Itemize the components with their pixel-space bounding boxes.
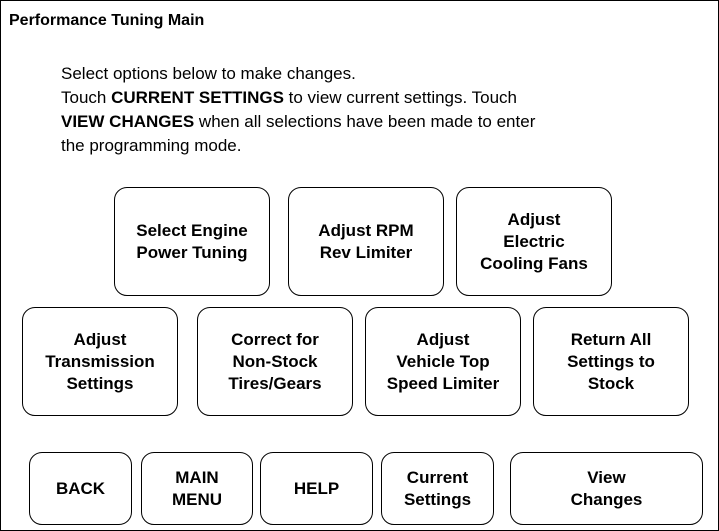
instructions-text: Select options below to make changes. To… bbox=[61, 62, 681, 158]
main-menu-button[interactable]: MAIN MENU bbox=[141, 452, 253, 525]
adjust-transmission-settings-button[interactable]: Adjust Transmission Settings bbox=[22, 307, 178, 416]
return-settings-to-stock-button[interactable]: Return All Settings to Stock bbox=[533, 307, 689, 416]
current-settings-button[interactable]: Current Settings bbox=[381, 452, 494, 525]
instructions-line-1: Select options below to make changes. bbox=[61, 64, 356, 83]
instructions-line-3: VIEW CHANGES when all selections have be… bbox=[61, 112, 536, 131]
adjust-rpm-rev-limiter-button[interactable]: Adjust RPM Rev Limiter bbox=[288, 187, 444, 296]
current-settings-emphasis: CURRENT SETTINGS bbox=[111, 88, 284, 107]
select-engine-power-tuning-button[interactable]: Select Engine Power Tuning bbox=[114, 187, 270, 296]
instructions-line-2: Touch CURRENT SETTINGS to view current s… bbox=[61, 88, 518, 107]
back-button[interactable]: BACK bbox=[29, 452, 132, 525]
adjust-electric-cooling-fans-button[interactable]: Adjust Electric Cooling Fans bbox=[456, 187, 612, 296]
view-changes-emphasis: VIEW CHANGES bbox=[61, 112, 195, 131]
screen-frame: Performance Tuning Main Select options b… bbox=[0, 0, 719, 531]
help-button[interactable]: HELP bbox=[260, 452, 373, 525]
instructions-line-4: the programming mode. bbox=[61, 136, 242, 155]
adjust-vehicle-top-speed-limiter-button[interactable]: Adjust Vehicle Top Speed Limiter bbox=[365, 307, 521, 416]
view-changes-button[interactable]: View Changes bbox=[510, 452, 703, 525]
correct-non-stock-tires-gears-button[interactable]: Correct for Non-Stock Tires/Gears bbox=[197, 307, 353, 416]
page-title: Performance Tuning Main bbox=[9, 12, 205, 29]
